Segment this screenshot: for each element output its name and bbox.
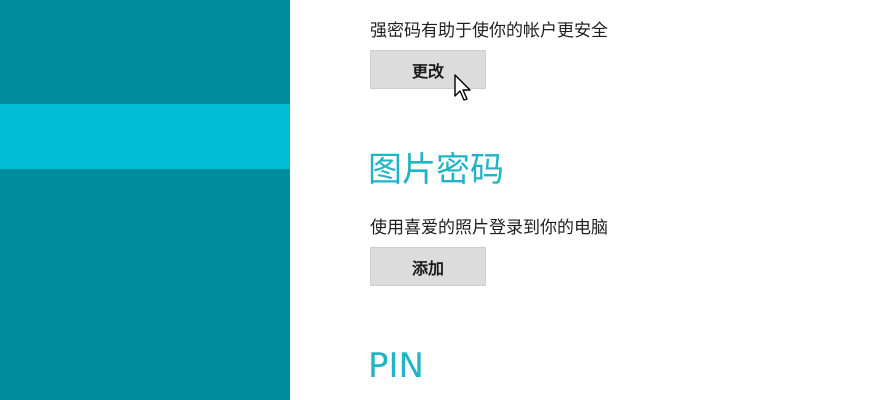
settings-sidebar bbox=[0, 0, 290, 400]
picture-password-title: 图片密码 bbox=[368, 150, 504, 190]
picture-password-description: 使用喜爱的照片登录到你的电脑 bbox=[370, 218, 608, 238]
sidebar-item-selected[interactable] bbox=[0, 104, 290, 169]
pin-title: PIN bbox=[368, 346, 424, 386]
password-description: 强密码有助于使你的帐户更安全 bbox=[370, 21, 608, 41]
add-picture-password-button[interactable]: 添加 bbox=[370, 247, 486, 286]
settings-content: 强密码有助于使你的帐户更安全 更改 图片密码 使用喜爱的照片登录到你的电脑 添加… bbox=[290, 0, 889, 400]
change-password-button[interactable]: 更改 bbox=[370, 50, 486, 89]
